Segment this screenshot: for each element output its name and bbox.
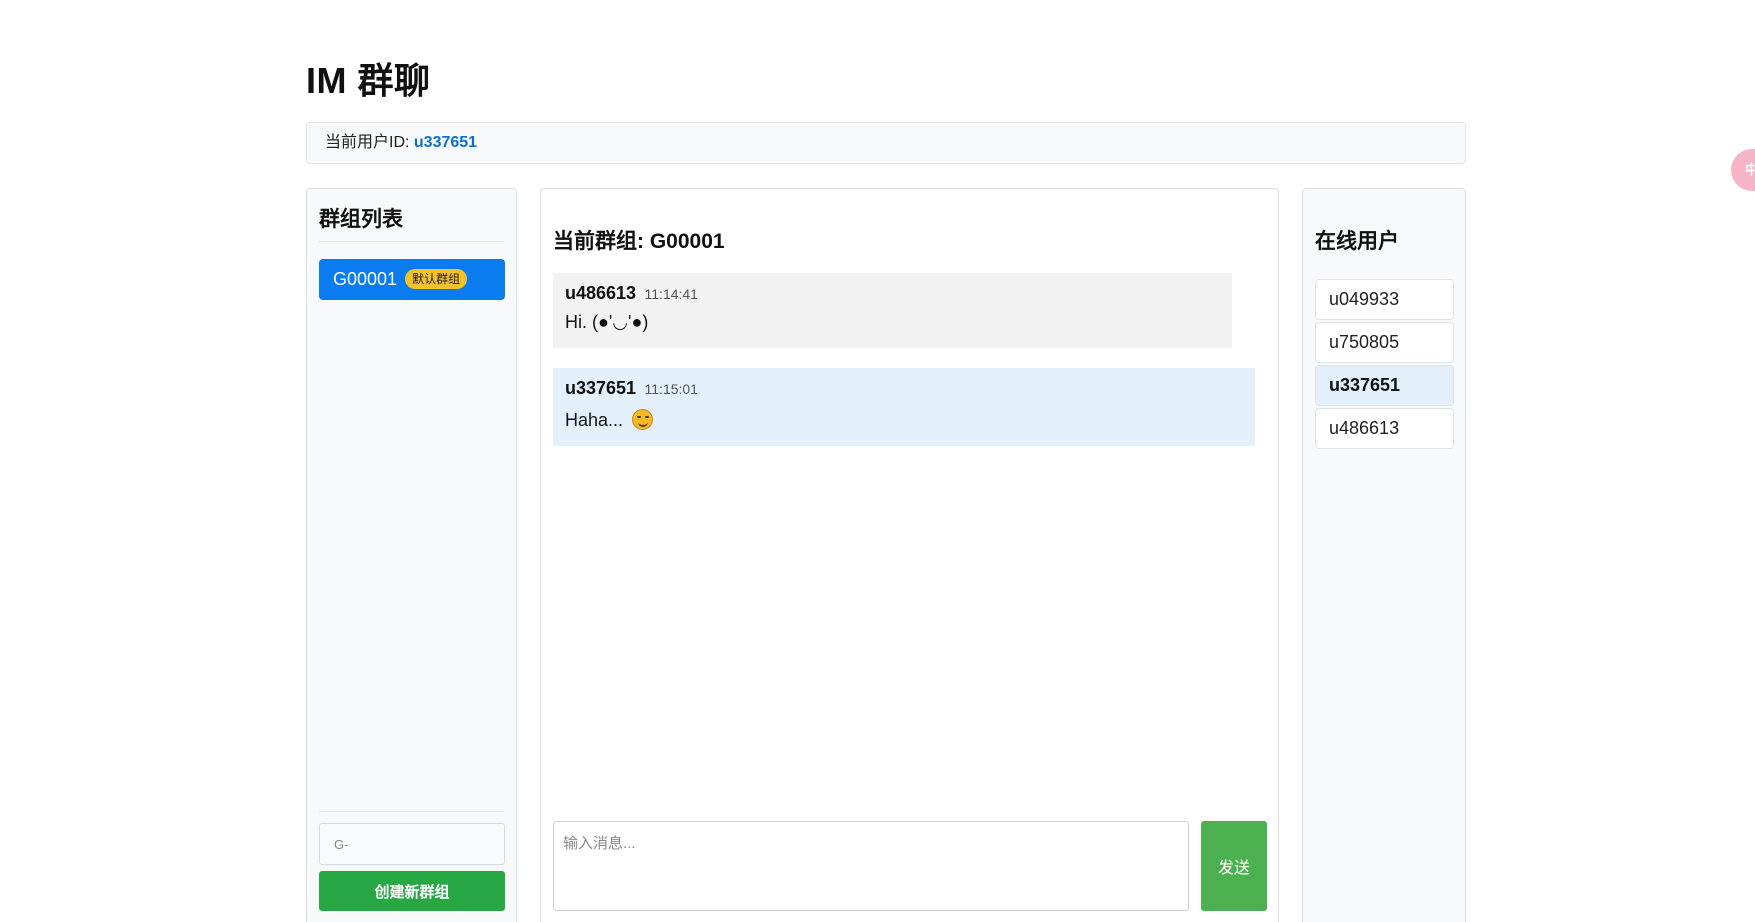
group-item-G00001[interactable]: G00001 默认群组 [319, 259, 505, 300]
online-users-title: 在线用户 [1315, 230, 1399, 253]
create-group-button[interactable]: 创建新群组 [319, 871, 505, 911]
message-sender: u486613 [565, 283, 637, 303]
floating-translate-widget[interactable]: 中 [1731, 149, 1755, 191]
message-text-row: Haha... [565, 409, 1243, 431]
send-button[interactable]: 发送 [1201, 821, 1267, 911]
groups-divider [319, 241, 504, 242]
message-time: 11:14:41 [644, 286, 698, 302]
chat-panel: 当前群组: G00001 u486613 11:14:41 Hi. (●'◡'●… [540, 188, 1279, 922]
message-item-self: u337651 11:15:01 Haha... [553, 368, 1255, 446]
online-user-item[interactable]: u486613 [1315, 408, 1454, 449]
groups-bottom-divider [319, 811, 504, 812]
current-user-label: 当前用户ID: [325, 134, 414, 151]
groups-panel-title: 群组列表 [319, 208, 403, 231]
default-group-badge: 默认群组 [405, 269, 468, 289]
groups-panel: 群组列表 G00001 默认群组 创建新群组 [306, 188, 517, 922]
message-sender: u337651 [565, 378, 637, 398]
message-time: 11:15:01 [644, 381, 698, 397]
online-user-item-current[interactable]: u337651 [1315, 365, 1454, 406]
message-text: Hi. (●'◡'●) [565, 312, 649, 332]
current-user-bar: 当前用户ID: u337651 [306, 122, 1466, 164]
new-group-id-input[interactable] [319, 823, 505, 865]
floating-widget-label: 中 [1745, 162, 1755, 177]
current-group-title: 当前群组: G00001 [553, 230, 725, 253]
app-title: IM 群聊 [306, 60, 431, 101]
smiling-face-emoji-icon [632, 409, 654, 430]
message-input[interactable] [553, 821, 1189, 911]
online-users-panel: 在线用户 u049933 u750805 u337651 u486613 [1302, 188, 1466, 922]
online-user-item[interactable]: u049933 [1315, 279, 1454, 320]
group-item-name: G00001 [333, 269, 398, 289]
current-user-id: u337651 [413, 134, 478, 151]
im-group-chat-page: IM 群聊 当前用户ID: u337651 群组列表 G00001 默认群组 创建… [0, 0, 1755, 922]
online-user-item[interactable]: u750805 [1315, 322, 1454, 363]
message-item: u486613 11:14:41 Hi. (●'◡'●) [553, 273, 1232, 348]
message-text: Haha... [565, 410, 629, 430]
